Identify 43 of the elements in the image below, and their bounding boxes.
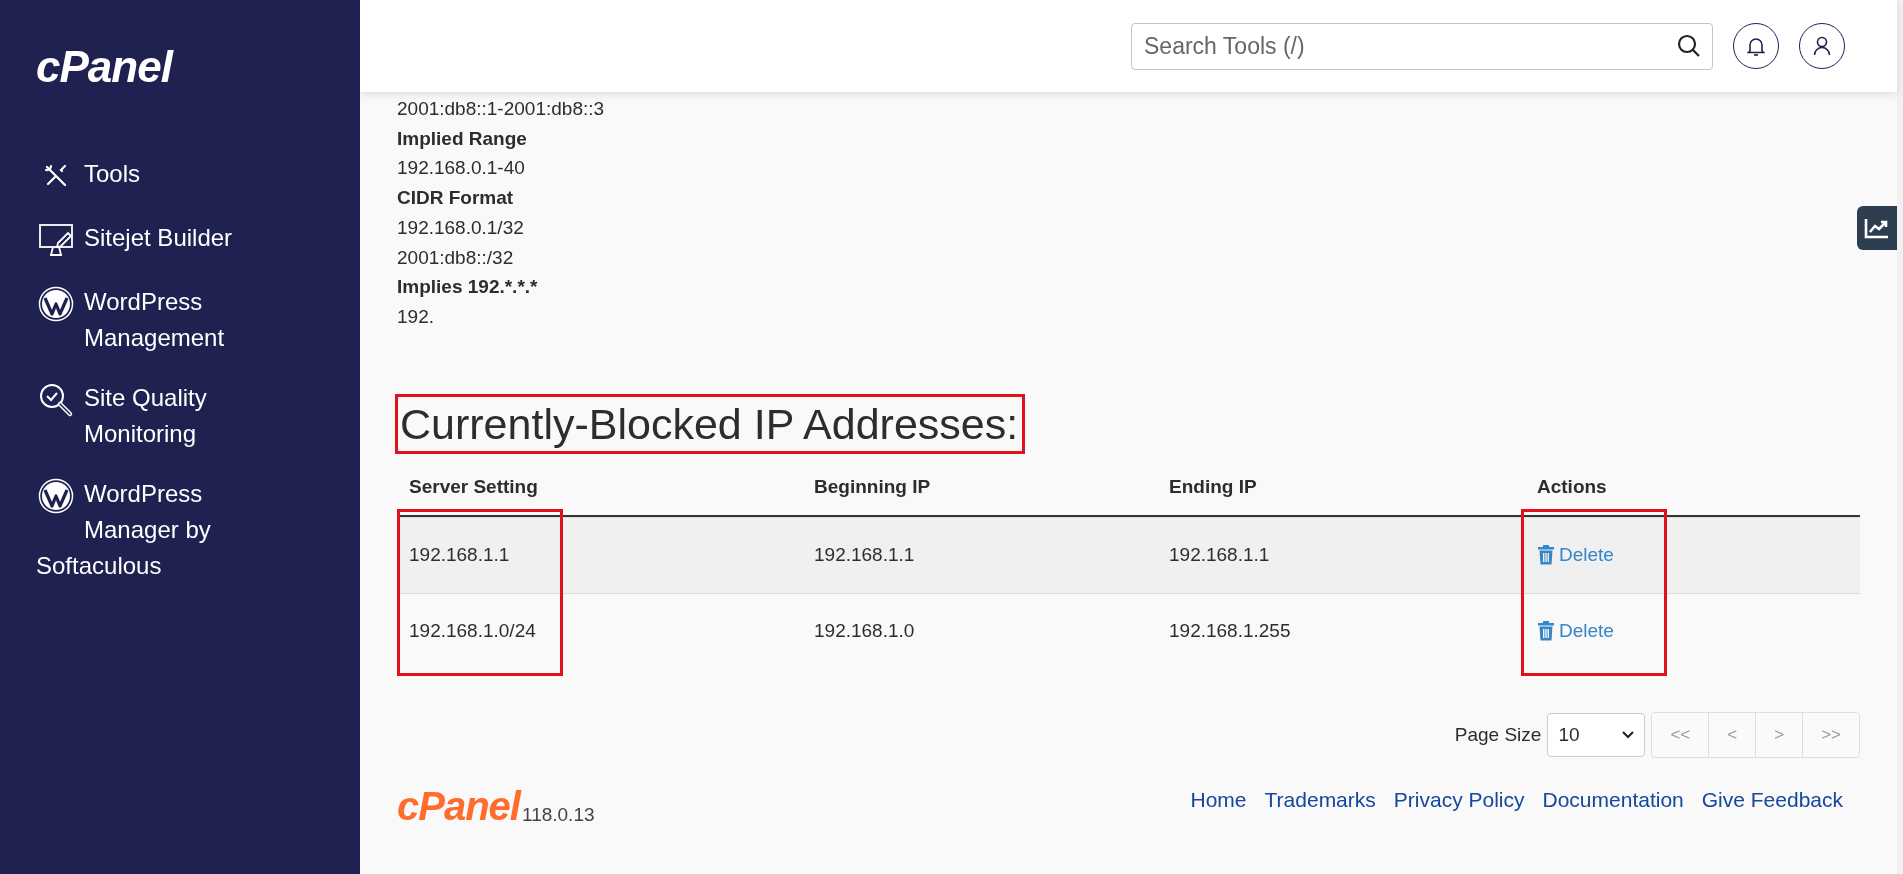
trash-icon — [1537, 545, 1555, 566]
footer-link[interactable]: Home — [1190, 787, 1247, 812]
user-icon — [1813, 36, 1831, 56]
table-cell: 192.168.1.1 — [1157, 516, 1525, 593]
notifications-button[interactable] — [1733, 23, 1779, 69]
stats-button[interactable] — [1857, 206, 1897, 250]
circle-w-icon — [38, 286, 74, 322]
search-field[interactable]: Search Tools (/) — [1131, 22, 1713, 70]
page-size-select[interactable]: 10 — [1547, 712, 1646, 757]
delete-link[interactable]: Delete — [1537, 619, 1614, 642]
help-example: 192. — [397, 304, 435, 329]
help-term: CIDR Format — [397, 186, 515, 211]
help-term: Implied Range — [397, 126, 528, 151]
bell-icon — [1747, 36, 1765, 56]
chart-icon — [1864, 217, 1890, 239]
footer-link[interactable]: Trademarks — [1264, 787, 1376, 812]
help-term: Implies 192.*.*.* — [397, 275, 539, 300]
page-size-label: Page Size — [1454, 723, 1542, 746]
table-cell: 192.168.1.1 — [397, 516, 802, 593]
sidebar-item[interactable]: Sitejet Builder — [36, 220, 268, 260]
footer-link[interactable]: Privacy Policy — [1393, 787, 1525, 812]
sidebar-item[interactable]: WordPress Manager by Softaculous — [36, 476, 268, 584]
footer-link[interactable]: Documentation — [1542, 787, 1684, 812]
cpanel-logo: cPanel — [397, 785, 520, 826]
search-check-icon — [38, 382, 74, 418]
sidebar-item[interactable]: Site Quality Monitoring — [36, 380, 268, 452]
sidebar-item[interactable]: WordPress Management — [36, 284, 268, 356]
footer-link[interactable]: Give Feedback — [1701, 787, 1843, 812]
monitor-pen-icon — [38, 223, 74, 257]
sidebar-item[interactable]: Tools — [36, 156, 268, 196]
help-example: 192.168.0.1-40 — [397, 156, 526, 181]
circle-w-icon — [38, 478, 74, 514]
cpanel-logo: cPanel — [36, 44, 172, 90]
help-example: 2001:db8::1-2001:db8::3 — [397, 97, 606, 121]
table-cell: 192.168.1.1 — [802, 516, 1157, 593]
version-number: 118.0.13 — [521, 803, 595, 826]
search-icon — [1677, 33, 1701, 58]
user-button[interactable] — [1799, 23, 1845, 69]
chevron-down-icon — [1622, 730, 1635, 739]
trash-icon — [1537, 620, 1555, 641]
section-heading: Currently-Blocked IP Addresses: — [395, 393, 1026, 454]
help-example: 2001:db8::/32 — [397, 245, 515, 270]
help-example: 192.168.0.1/32 — [397, 215, 525, 240]
